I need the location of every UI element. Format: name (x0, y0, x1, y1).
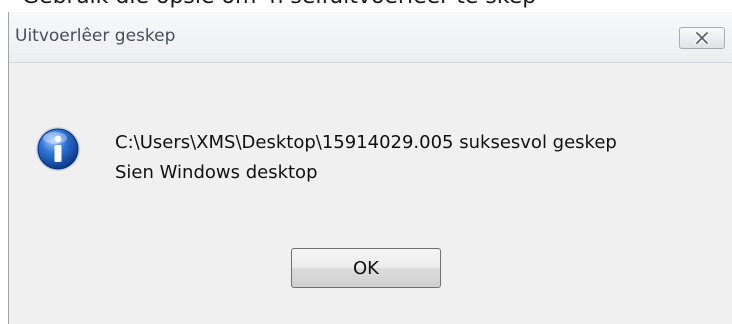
dialog-content: C:\Users\XMS\Desktop\15914029.005 sukses… (9, 63, 732, 243)
message-line-2: Sien Windows desktop (115, 162, 318, 183)
message-text: C:\Users\XMS\Desktop\15914029.005 sukses… (115, 128, 617, 188)
dialog-title: Uitvoerlêer geskep (15, 26, 176, 46)
message-line-1: C:\Users\XMS\Desktop\15914029.005 sukses… (115, 132, 617, 153)
close-button[interactable] (679, 27, 725, 49)
ok-button[interactable]: OK (291, 248, 441, 288)
background-window-strip: Gebruik dié opsie om 'n selfuitvoerlêer … (0, 0, 732, 12)
info-icon (36, 127, 80, 171)
close-icon (695, 32, 709, 44)
title-bar[interactable]: Uitvoerlêer geskep (9, 12, 732, 63)
message-dialog: Uitvoerlêer geskep C:\Users\XMS\Desktop\… (8, 12, 732, 324)
background-text: Gebruik dié opsie om 'n selfuitvoerlêer … (22, 0, 536, 9)
